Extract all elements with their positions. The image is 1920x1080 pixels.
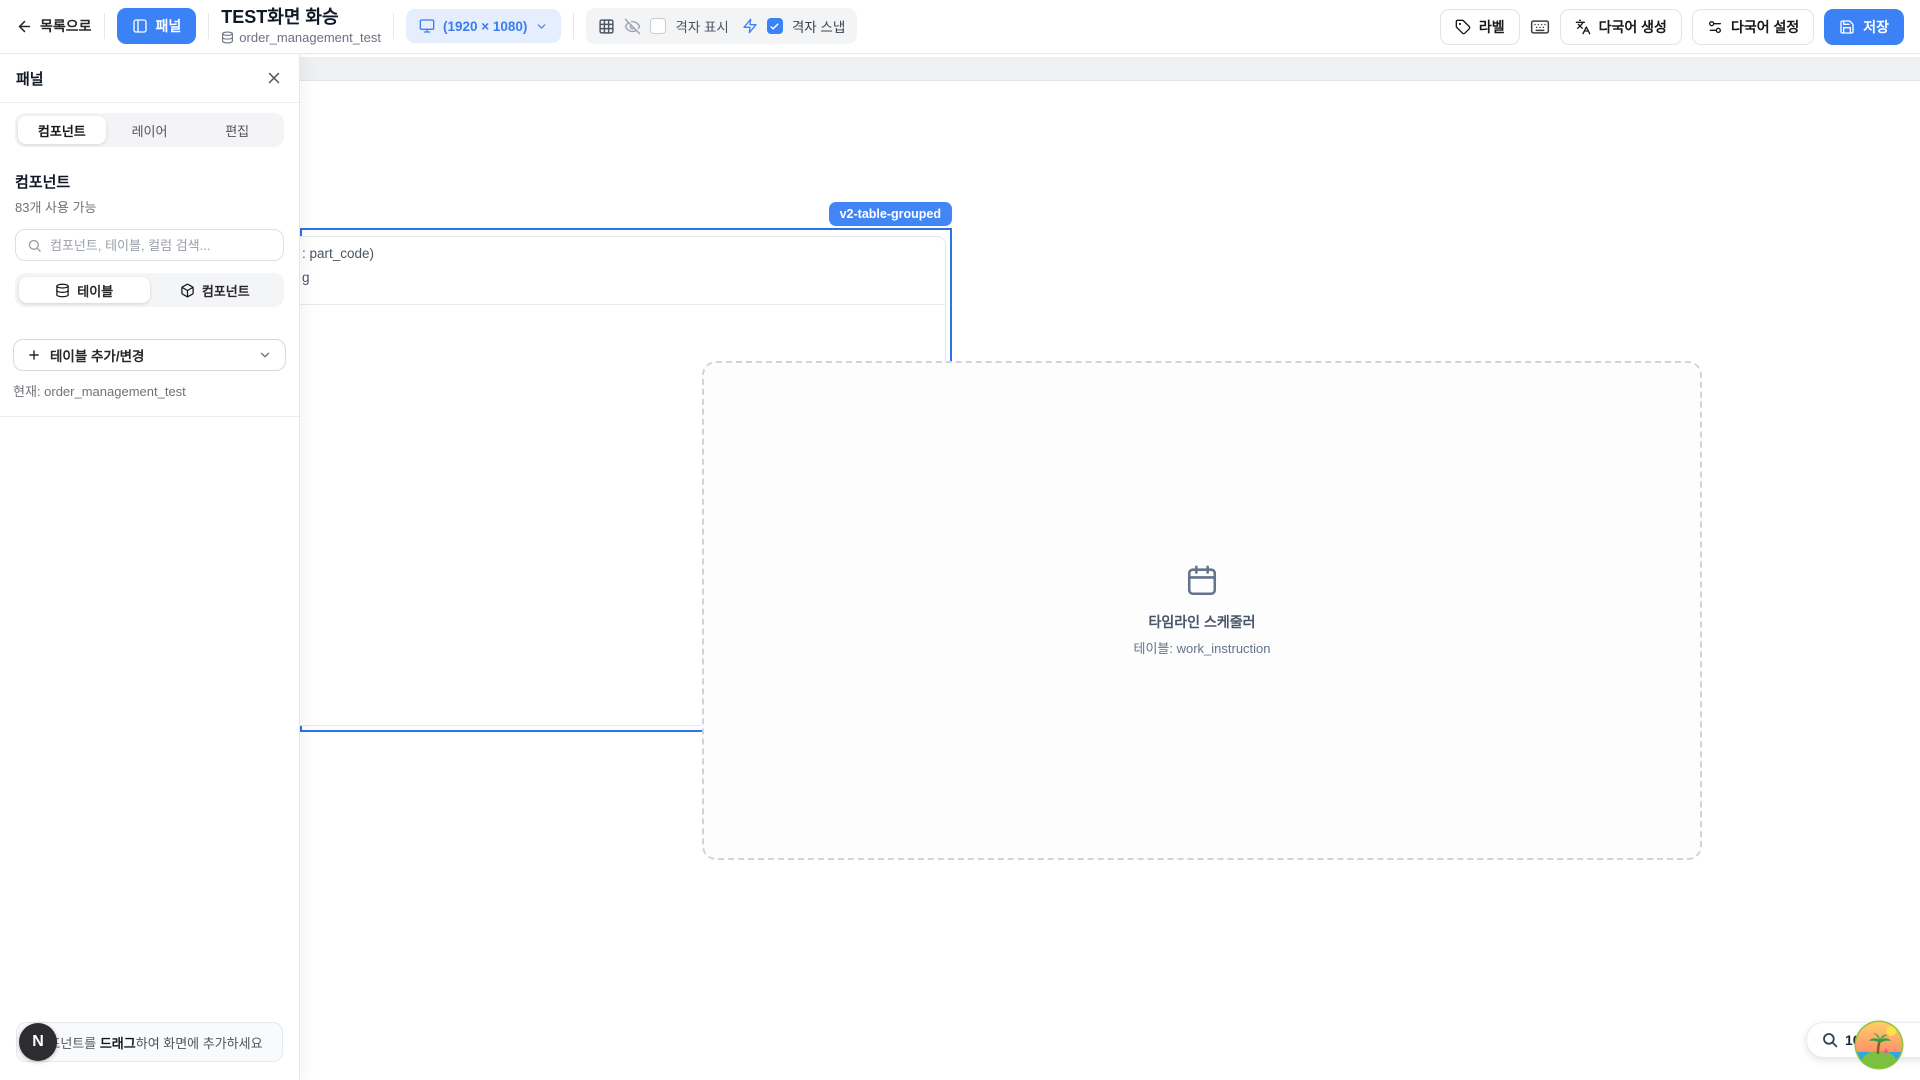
add-change-table-button[interactable]: 테이블 추가/변경 xyxy=(13,339,286,371)
divider xyxy=(393,13,394,39)
panel-tab-bar: 컴포넌트 레이어 편집 xyxy=(15,113,284,147)
keyboard-icon xyxy=(1530,17,1550,37)
placeholder-table: 테이블: work_instruction xyxy=(1133,638,1270,657)
panel-toggle-label: 패널 xyxy=(156,16,182,36)
timeline-scheduler-placeholder[interactable]: 타임라인 스케줄러 테이블: work_instruction xyxy=(702,361,1702,860)
screen-builder-app: 목록으로 패널 TEST화면 화승 order_management_test xyxy=(0,0,1920,1080)
resolution-label: (1920 × 1080) xyxy=(443,19,527,34)
left-panel: 패널 컴포넌트 레이어 편집 컴포넌트 83개 사용 가능 xyxy=(0,54,300,1080)
arrow-left-icon xyxy=(16,18,33,35)
panel-empty-area xyxy=(0,417,299,1022)
source-toggle-table[interactable]: 테이블 xyxy=(19,277,150,303)
divider xyxy=(573,13,574,39)
save-icon xyxy=(1839,19,1855,35)
screen-title: TEST화면 화승 xyxy=(221,8,381,28)
panel-header: 패널 xyxy=(0,54,299,103)
chevron-down-icon xyxy=(535,20,548,33)
magnifier-icon xyxy=(1821,1031,1839,1049)
screen-subtitle: order_management_test xyxy=(221,30,381,45)
database-icon xyxy=(55,283,70,298)
back-to-list-button[interactable]: 목록으로 xyxy=(16,16,92,36)
components-available-count: 83개 사용 가능 xyxy=(15,197,284,216)
search-icon xyxy=(27,238,42,253)
toolbar-left-group: 목록으로 패널 TEST화면 화승 order_management_test xyxy=(16,8,857,45)
label-button-text: 라벨 xyxy=(1479,17,1505,37)
grid-show-label: 격자 표시 xyxy=(675,16,728,36)
monitor-icon xyxy=(419,18,435,34)
package-icon xyxy=(180,283,195,298)
drag-hint-suffix: 하여 화면에 추가하세요 xyxy=(136,1036,263,1051)
grid-icon xyxy=(598,18,615,35)
multilang-settings-button[interactable]: 다국어 설정 xyxy=(1692,9,1814,45)
grid-snap-label: 격자 스냅 xyxy=(792,16,845,36)
grid-show-checkbox[interactable] xyxy=(650,18,666,34)
source-toggle-table-label: 테이블 xyxy=(77,281,113,300)
toolbar-right-group: 라벨 다국어 생성 다국어 설정 xyxy=(1440,9,1904,45)
save-button[interactable]: 저장 xyxy=(1824,9,1904,45)
zap-icon xyxy=(742,18,758,34)
add-change-table-label: 테이블 추가/변경 xyxy=(50,345,144,365)
source-toggle: 테이블 컴포넌트 xyxy=(15,273,284,307)
component-search-input[interactable] xyxy=(50,238,272,253)
current-table-label: 현재: order_management_test xyxy=(0,371,299,400)
drag-hint-text: 컴포넌트를 드래그하여 화면에 추가하세요 xyxy=(36,1033,262,1052)
save-button-text: 저장 xyxy=(1863,17,1889,37)
screen-title-block: TEST화면 화승 order_management_test xyxy=(221,8,381,45)
panel-title: 패널 xyxy=(16,68,44,89)
multilang-settings-text: 다국어 설정 xyxy=(1731,17,1799,37)
components-section-title: 컴포넌트 xyxy=(15,171,284,192)
divider xyxy=(208,13,209,39)
source-toggle-component[interactable]: 컴포넌트 xyxy=(150,277,281,303)
panel-toggle-button[interactable]: 패널 xyxy=(117,8,197,44)
tab-edit[interactable]: 편집 xyxy=(193,116,281,144)
grid-options-group: 격자 표시 격자 스냅 xyxy=(586,8,857,44)
tab-components[interactable]: 컴포넌트 xyxy=(18,116,106,144)
drag-hint: N 컴포넌트를 드래그하여 화면에 추가하세요 xyxy=(16,1022,283,1062)
table-header-text-fragment: : part_code) xyxy=(302,246,933,261)
panel-body: 컴포넌트 83개 사용 가능 테이블 xyxy=(0,147,299,307)
table-component-header: : part_code) g xyxy=(289,237,945,305)
component-search-box xyxy=(15,229,284,261)
selected-component-badge: v2-table-grouped xyxy=(829,202,952,226)
settings-sliders-icon xyxy=(1707,19,1723,35)
source-toggle-component-label: 컴포넌트 xyxy=(202,281,250,300)
screen-subtitle-table: order_management_test xyxy=(239,30,381,45)
calendar-icon xyxy=(1185,564,1219,598)
drag-hint-bold: 드래그 xyxy=(100,1036,136,1051)
panel-left-icon xyxy=(132,18,148,34)
table-header-text-fragment-2: g xyxy=(302,270,933,285)
label-button[interactable]: 라벨 xyxy=(1440,9,1520,45)
resolution-dropdown[interactable]: (1920 × 1080) xyxy=(406,9,561,43)
multilang-generate-text: 다국어 생성 xyxy=(1599,17,1667,37)
placeholder-title: 타임라인 스케줄러 xyxy=(1149,612,1256,632)
n-logo-badge[interactable]: N xyxy=(19,1023,57,1061)
eye-off-icon xyxy=(624,18,641,35)
keyboard-shortcuts-button[interactable] xyxy=(1530,17,1550,37)
multilang-generate-button[interactable]: 다국어 생성 xyxy=(1560,9,1682,45)
top-toolbar: 목록으로 패널 TEST화면 화승 order_management_test xyxy=(0,0,1920,54)
database-icon xyxy=(221,31,234,44)
divider xyxy=(104,13,105,39)
tag-icon xyxy=(1455,19,1471,35)
languages-icon xyxy=(1575,19,1591,35)
back-to-list-label: 목록으로 xyxy=(40,16,92,36)
close-icon[interactable] xyxy=(265,69,283,87)
island-floating-button[interactable] xyxy=(1853,1019,1905,1071)
plus-icon xyxy=(27,348,41,362)
chevron-down-icon xyxy=(258,348,272,362)
add-table-section: 테이블 추가/변경 xyxy=(0,307,299,371)
tab-layers[interactable]: 레이어 xyxy=(106,116,194,144)
grid-snap-checkbox[interactable] xyxy=(767,18,783,34)
